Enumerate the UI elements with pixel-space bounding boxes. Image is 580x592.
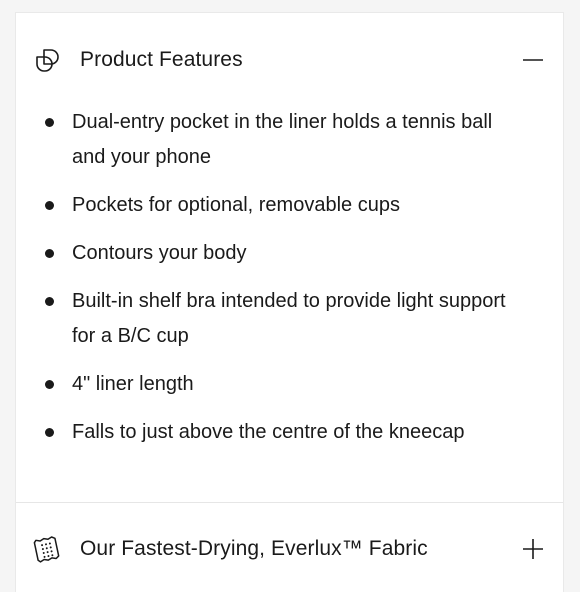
bullet-icon — [45, 249, 54, 258]
collapse-minus-icon[interactable] — [521, 48, 545, 72]
list-item: Pockets for optional, removable cups — [16, 188, 563, 223]
bullet-icon — [45, 380, 54, 389]
accordion-title: Our Fastest-Drying, Everlux™ Fabric — [80, 537, 428, 560]
bullet-icon — [45, 118, 54, 127]
bullet-icon — [45, 297, 54, 306]
feature-text: Pockets for optional, removable cups — [72, 194, 400, 216]
feature-text: Dual-entry pocket in the liner holds a t… — [72, 111, 493, 168]
accordion-header-fabric[interactable]: Our Fastest-Drying, Everlux™ Fabric — [16, 526, 563, 572]
list-item: Contours your body — [16, 236, 563, 271]
bullet-icon — [45, 428, 54, 437]
feature-text: Falls to just above the centre of the kn… — [72, 421, 465, 443]
accordion-header-product-features[interactable]: Product Features — [16, 37, 563, 83]
feature-text: Contours your body — [72, 242, 247, 264]
feature-list: Dual-entry pocket in the liner holds a t… — [16, 105, 563, 463]
fabric-swatch-icon — [33, 534, 63, 564]
accordion-title: Product Features — [80, 48, 243, 71]
accordion-panel: Product Features Dual-entry pocket in th… — [15, 12, 564, 592]
list-item: Falls to just above the centre of the kn… — [16, 415, 563, 450]
list-item: Built-in shelf bra intended to provide l… — [16, 284, 563, 354]
bullet-icon — [45, 201, 54, 210]
feature-text: 4" liner length — [72, 373, 194, 395]
overlapping-shapes-icon — [33, 45, 63, 75]
feature-text: Built-in shelf bra intended to provide l… — [72, 290, 506, 347]
list-item: Dual-entry pocket in the liner holds a t… — [16, 105, 563, 175]
expand-plus-icon[interactable] — [521, 537, 545, 561]
list-item: 4" liner length — [16, 367, 563, 402]
section-divider — [16, 502, 563, 503]
